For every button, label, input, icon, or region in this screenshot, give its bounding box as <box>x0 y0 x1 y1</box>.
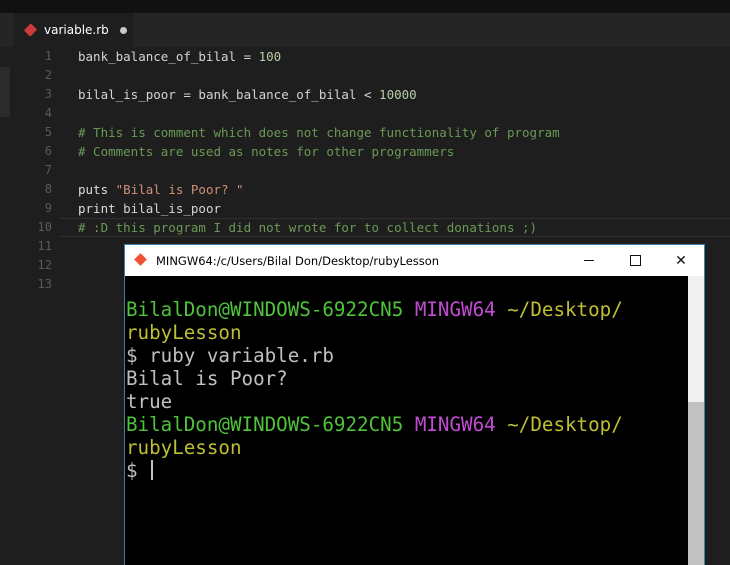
code-token: < <box>356 87 380 102</box>
terminal-text: MINGW64 <box>414 413 496 436</box>
line-number: 5 <box>44 125 52 139</box>
editor-tab-variable-rb[interactable]: variable.rb <box>14 13 134 47</box>
terminal-text: BilalDon@WINDOWS-6922CN5 <box>126 413 404 436</box>
terminal-line: BilalDon@WINDOWS-6922CN5 MINGW64 ~/Deskt… <box>126 413 688 436</box>
terminal-scrollbar-thumb[interactable] <box>688 402 704 565</box>
terminal-line: rubyLesson <box>126 321 688 344</box>
code-line[interactable] <box>78 104 560 123</box>
close-button[interactable]: ✕ <box>658 245 704 276</box>
code-line[interactable] <box>78 161 560 180</box>
line-number: 8 <box>44 182 52 196</box>
editor-top-strip <box>0 0 730 13</box>
code-line[interactable]: # This is comment which does not change … <box>78 123 560 142</box>
code-token: puts <box>78 182 116 197</box>
terminal-line: $ ruby variable.rb <box>126 344 688 367</box>
maximize-button[interactable] <box>612 245 658 276</box>
code-token: bank_balance_of_bilal <box>78 49 237 64</box>
editor-tab-label: variable.rb <box>44 23 109 37</box>
minimize-icon <box>584 260 594 261</box>
terminal-title-bar[interactable]: MINGW64:/c/Users/Bilal Don/Desktop/rubyL… <box>125 245 704 276</box>
terminal-text: $ <box>126 459 150 482</box>
line-number: 3 <box>44 87 52 101</box>
maximize-icon <box>629 255 641 266</box>
code-token: # Comments are used as notes for other p… <box>78 144 455 159</box>
code-token: # This is comment which does not change … <box>78 125 560 140</box>
code-token: # :D this program I did not wrote for to… <box>78 220 538 235</box>
ruby-icon <box>23 23 38 37</box>
terminal-text: ~/Desktop/ <box>507 413 623 436</box>
line-number: 2 <box>44 68 52 82</box>
terminal-text: rubyLesson <box>126 321 242 344</box>
code-token: 10000 <box>379 87 417 102</box>
code-token: bilal_is_poor <box>123 201 221 216</box>
line-number: 9 <box>44 201 52 215</box>
code-line[interactable]: bilal_is_poor = bank_balance_of_bilal < … <box>78 85 560 104</box>
code-line[interactable]: puts "Bilal is Poor? " <box>78 180 560 199</box>
terminal-line: rubyLesson <box>126 436 688 459</box>
terminal-text: $ ruby variable.rb <box>126 344 334 367</box>
line-number: 10 <box>37 220 52 234</box>
line-number: 12 <box>37 258 52 272</box>
terminal-output[interactable]: BilalDon@WINDOWS-6922CN5 MINGW64 ~/Deskt… <box>125 276 688 565</box>
code-token: 100 <box>258 49 282 64</box>
terminal-text: ~/Desktop/ <box>507 298 623 321</box>
code-line[interactable]: bank_balance_of_bilal = 100 <box>78 47 560 66</box>
terminal-text: Bilal is Poor? <box>126 367 288 390</box>
line-number: 11 <box>37 239 52 253</box>
unsaved-dot-icon[interactable] <box>119 26 127 34</box>
code-token: "Bilal is Poor? " <box>115 182 244 197</box>
code-token: = <box>175 87 199 102</box>
code-line[interactable]: # Comments are used as notes for other p… <box>78 142 560 161</box>
git-bash-icon <box>134 253 148 267</box>
terminal-scrollbar[interactable] <box>688 276 704 565</box>
code-token: = <box>236 49 259 64</box>
code-line[interactable] <box>78 66 560 85</box>
terminal-line: true <box>126 390 688 413</box>
close-icon: ✕ <box>675 252 687 269</box>
line-number: 13 <box>37 277 52 291</box>
terminal-window[interactable]: MINGW64:/c/Users/Bilal Don/Desktop/rubyL… <box>124 244 705 565</box>
terminal-text: true <box>126 390 173 413</box>
terminal-line: $ <box>126 459 688 482</box>
terminal-line: BilalDon@WINDOWS-6922CN5 MINGW64 ~/Deskt… <box>126 298 688 321</box>
line-number: 7 <box>44 163 52 177</box>
code-token: bilal_is_poor <box>78 87 176 102</box>
line-number: 1 <box>44 49 52 63</box>
code-line[interactable]: print bilal_is_poor <box>78 199 560 218</box>
line-number: 4 <box>44 106 52 120</box>
line-number: 6 <box>44 144 52 158</box>
editor-tab-bar: variable.rb <box>0 13 730 47</box>
terminal-text: BilalDon@WINDOWS-6922CN5 <box>126 298 404 321</box>
code-token: print <box>78 201 124 216</box>
terminal-title: MINGW64:/c/Users/Bilal Don/Desktop/rubyL… <box>156 253 440 268</box>
terminal-line: Bilal is Poor? <box>126 367 688 390</box>
line-number-gutter: 1 2 3 4 5 6 7 8 9 10 11 12 13 <box>0 47 60 294</box>
code-token: bank_balance_of_bilal <box>198 87 357 102</box>
terminal-cursor <box>151 460 154 480</box>
terminal-text: MINGW64 <box>414 298 496 321</box>
minimize-button[interactable] <box>566 245 612 276</box>
terminal-text: rubyLesson <box>126 436 242 459</box>
code-line[interactable]: # :D this program I did not wrote for to… <box>78 218 560 237</box>
